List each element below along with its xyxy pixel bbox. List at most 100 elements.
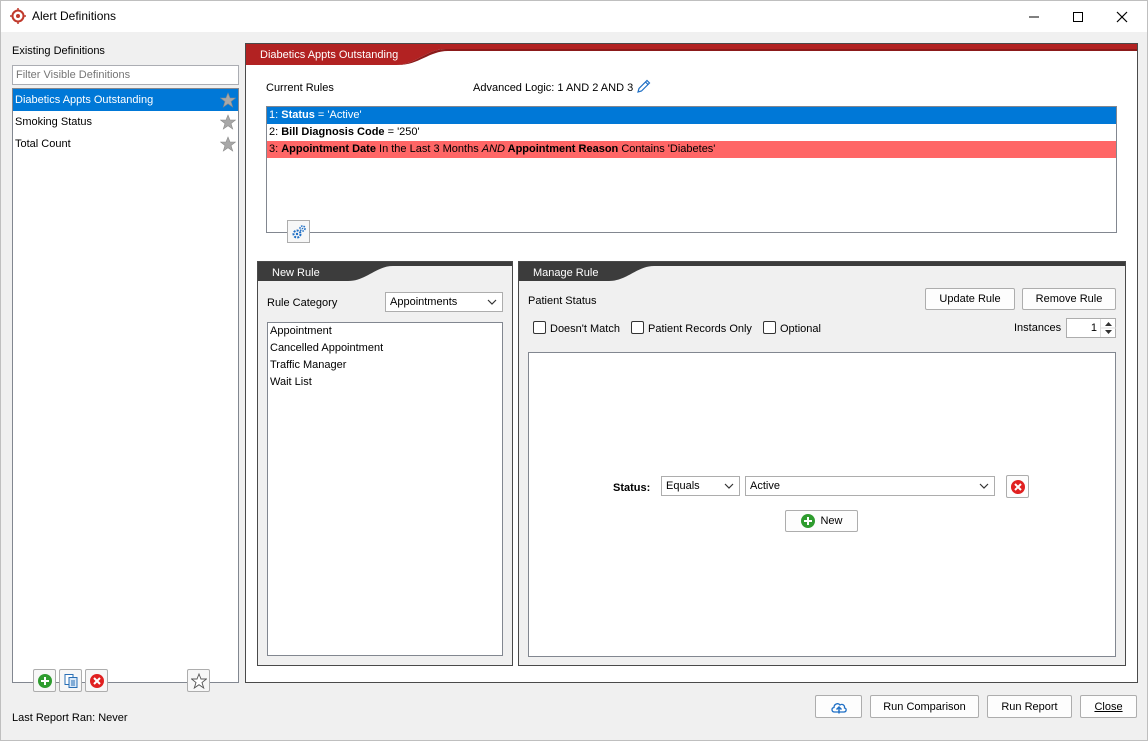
current-rules-list: 1: Status = 'Active' 2: Bill Diagnosis C… — [266, 106, 1117, 233]
add-icon — [801, 514, 816, 528]
favorite-star-icon[interactable] — [220, 136, 236, 152]
rule-condition: In the Last 3 Months — [375, 143, 482, 155]
condition-field-label: Status: — [613, 482, 651, 494]
optional-label: Optional — [780, 323, 821, 335]
minimize-icon — [1029, 16, 1039, 17]
filter-definitions-input[interactable] — [12, 65, 239, 85]
chevron-down-icon — [487, 299, 497, 305]
current-rules-label: Current Rules — [266, 82, 334, 94]
advanced-logic-label: Advanced Logic: 1 AND 2 AND 3 — [473, 82, 634, 94]
instances-label: Instances — [1014, 322, 1062, 334]
operator-value: Equals — [666, 480, 700, 492]
condition-value: Active — [750, 480, 780, 492]
doesnt-match-checkbox[interactable] — [533, 321, 546, 334]
rule-field: Status — [281, 109, 315, 121]
edit-pencil-icon[interactable] — [636, 78, 652, 94]
last-report-status: Last Report Ran: Never — [12, 712, 128, 724]
rule-type-list: Appointment Cancelled Appointment Traffi… — [267, 322, 503, 656]
add-icon — [37, 673, 52, 688]
new-rule-panel: New Rule Rule Category Appointments Appo… — [257, 261, 513, 666]
rule-condition: = 'Active' — [314, 109, 362, 121]
alert-definitions-window: Alert Definitions Existing Definitions D… — [0, 0, 1148, 741]
rule-conjunction: AND — [481, 143, 505, 155]
rule-category-value: Appointments — [390, 296, 458, 308]
up-down-arrows-icon — [1101, 322, 1116, 334]
remove-rule-button[interactable]: Remove Rule — [1022, 288, 1116, 310]
doesnt-match-label: Doesn't Match — [550, 323, 620, 335]
minimize-button[interactable] — [1013, 1, 1055, 32]
rule-category-select[interactable]: Appointments — [385, 292, 503, 312]
optional-checkbox[interactable] — [763, 321, 776, 334]
gears-icon — [292, 224, 306, 238]
delete-icon — [89, 673, 104, 688]
manage-rule-panel: Manage Rule Patient Status Update Rule R… — [518, 261, 1126, 666]
target-icon — [10, 8, 26, 24]
manage-rule-header — [519, 262, 1125, 281]
maximize-icon — [1073, 11, 1083, 22]
rule-field: Bill Diagnosis Code — [281, 126, 385, 138]
rule-row[interactable]: 3: Appointment Date In the Last 3 Months… — [267, 141, 1116, 158]
rule-category-label: Rule Category — [267, 297, 338, 309]
close-button[interactable]: Close — [1080, 695, 1137, 718]
definition-panel: Diabetics Appts Outstanding Current Rule… — [245, 43, 1138, 683]
list-item[interactable]: Cancelled Appointment — [268, 340, 502, 357]
cloud-upload-icon — [830, 702, 847, 713]
maximize-button[interactable] — [1057, 1, 1099, 32]
title-bar: Alert Definitions — [1, 1, 1147, 32]
list-item[interactable]: Traffic Manager — [268, 357, 502, 374]
copy-icon — [64, 673, 77, 688]
rule-condition-editor: Status: Equals Active New — [528, 352, 1116, 657]
favorite-star-icon[interactable] — [220, 92, 236, 108]
definition-item[interactable]: Total Count — [13, 133, 238, 155]
rule-field: Appointment Reason — [505, 143, 619, 155]
rule-condition: = '250' — [384, 126, 420, 138]
definition-item[interactable]: Smoking Status — [13, 111, 238, 133]
upload-button[interactable] — [815, 695, 862, 718]
definition-label: Smoking Status — [15, 116, 93, 128]
definition-label: Diabetics Appts Outstanding — [15, 94, 154, 106]
value-select[interactable]: Active — [745, 476, 995, 496]
favorite-star-icon[interactable] — [220, 114, 236, 130]
rule-number: 3: — [269, 143, 282, 155]
patient-records-only-label: Patient Records Only — [648, 323, 752, 335]
chevron-down-icon — [979, 483, 989, 489]
list-item[interactable]: Appointment — [268, 323, 502, 340]
patient-records-only-checkbox[interactable] — [631, 321, 644, 334]
new-condition-button[interactable]: New — [785, 510, 858, 532]
instances-stepper[interactable]: 1 — [1066, 318, 1116, 338]
rule-row[interactable]: 1: Status = 'Active' — [267, 107, 1116, 124]
rule-field: Appointment Date — [281, 143, 376, 155]
definition-label: Total Count — [15, 138, 71, 150]
selected-rule-name: Patient Status — [528, 295, 597, 307]
operator-select[interactable]: Equals — [661, 476, 740, 496]
window-title: Alert Definitions — [32, 9, 117, 23]
definition-title: Diabetics Appts Outstanding — [260, 49, 399, 61]
new-condition-label: New — [820, 515, 843, 527]
close-icon — [1116, 11, 1128, 22]
favorite-filter-button[interactable] — [187, 669, 210, 692]
instances-value: 1 — [1090, 322, 1097, 334]
definitions-list: Diabetics Appts Outstanding Smoking Stat… — [12, 88, 239, 683]
run-report-button[interactable]: Run Report — [987, 695, 1072, 718]
delete-definition-button[interactable] — [85, 669, 108, 692]
star-outline-icon — [190, 672, 207, 689]
client-area: Existing Definitions Diabetics Appts Out… — [1, 32, 1147, 740]
stepper-buttons[interactable] — [1100, 319, 1116, 337]
update-rule-button[interactable]: Update Rule — [925, 288, 1015, 310]
add-definition-button[interactable] — [33, 669, 56, 692]
manage-rule-title: Manage Rule — [533, 267, 599, 279]
delete-icon — [1010, 479, 1025, 494]
rule-row[interactable]: 2: Bill Diagnosis Code = '250' — [267, 124, 1116, 141]
existing-definitions-label: Existing Definitions — [12, 45, 105, 57]
list-item[interactable]: Wait List — [268, 374, 502, 391]
rule-settings-button[interactable] — [287, 220, 310, 243]
rule-condition: Contains 'Diabetes' — [618, 143, 716, 155]
run-comparison-button[interactable]: Run Comparison — [870, 695, 979, 718]
copy-definition-button[interactable] — [59, 669, 82, 692]
definition-item[interactable]: Diabetics Appts Outstanding — [13, 89, 238, 111]
new-rule-title: New Rule — [272, 267, 320, 279]
rule-number: 2: — [269, 126, 282, 138]
remove-condition-button[interactable] — [1006, 475, 1029, 498]
close-window-button[interactable] — [1101, 1, 1143, 32]
rule-number: 1: — [269, 109, 282, 121]
